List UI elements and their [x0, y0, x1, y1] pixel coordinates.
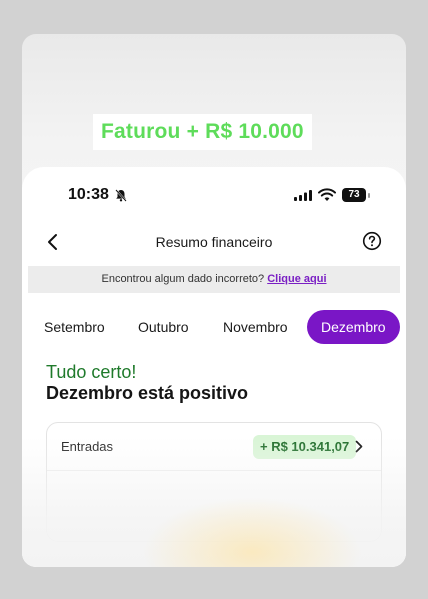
summary-panel: Entradas + R$ 10.341,07	[46, 422, 382, 542]
help-circle-icon[interactable]	[362, 231, 382, 251]
feedback-banner: Encontrou algum dado incorreto? Clique a…	[28, 266, 400, 293]
battery-cap	[368, 193, 370, 198]
status-time: 10:38	[68, 186, 109, 203]
month-tabs: Setembro Outubro Novembro Dezembro	[22, 310, 406, 344]
battery-icon: 73	[342, 188, 366, 202]
entries-row[interactable]: Entradas + R$ 10.341,07	[47, 423, 381, 471]
bell-off-icon	[115, 189, 127, 202]
headline-banner: Faturou + R$ 10.000	[93, 114, 312, 150]
wifi-icon	[318, 188, 336, 201]
nav-bar: Resumo financeiro	[22, 231, 406, 257]
phone-screen: 10:38 73 Resumo financeiro Encontrou alg…	[22, 167, 406, 567]
summary-title: Tudo certo!	[46, 362, 137, 382]
feedback-link[interactable]: Clique aqui	[267, 273, 326, 285]
entries-label: Entradas	[61, 439, 114, 454]
feedback-text: Encontrou algum dado incorreto?	[101, 273, 265, 285]
promo-card: Faturou + R$ 10.000 10:38 73 Resumo fina…	[22, 34, 406, 567]
page-title: Resumo financeiro	[155, 234, 273, 250]
tab-novembro[interactable]: Novembro	[223, 310, 288, 344]
tab-setembro[interactable]: Setembro	[44, 310, 105, 344]
signal-icon	[294, 190, 312, 201]
status-bar: 10:38 73	[22, 185, 406, 207]
chevron-right-icon	[355, 440, 363, 453]
summary-subtitle: Dezembro está positivo	[46, 383, 249, 403]
tab-outubro[interactable]: Outubro	[138, 310, 189, 344]
tab-dezembro[interactable]: Dezembro	[307, 310, 400, 344]
entries-value-badge: + R$ 10.341,07	[253, 435, 357, 459]
